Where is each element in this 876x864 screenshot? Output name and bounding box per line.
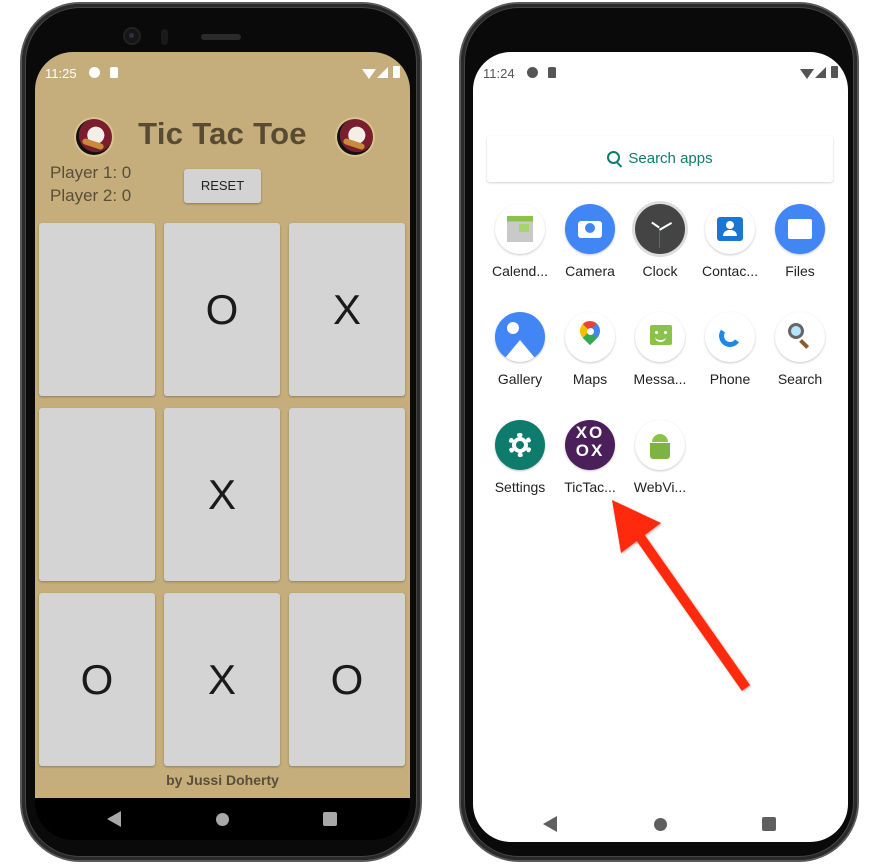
annotation-arrow (612, 500, 751, 691)
arrow-shaft (635, 534, 751, 691)
arrow-head (612, 500, 661, 553)
